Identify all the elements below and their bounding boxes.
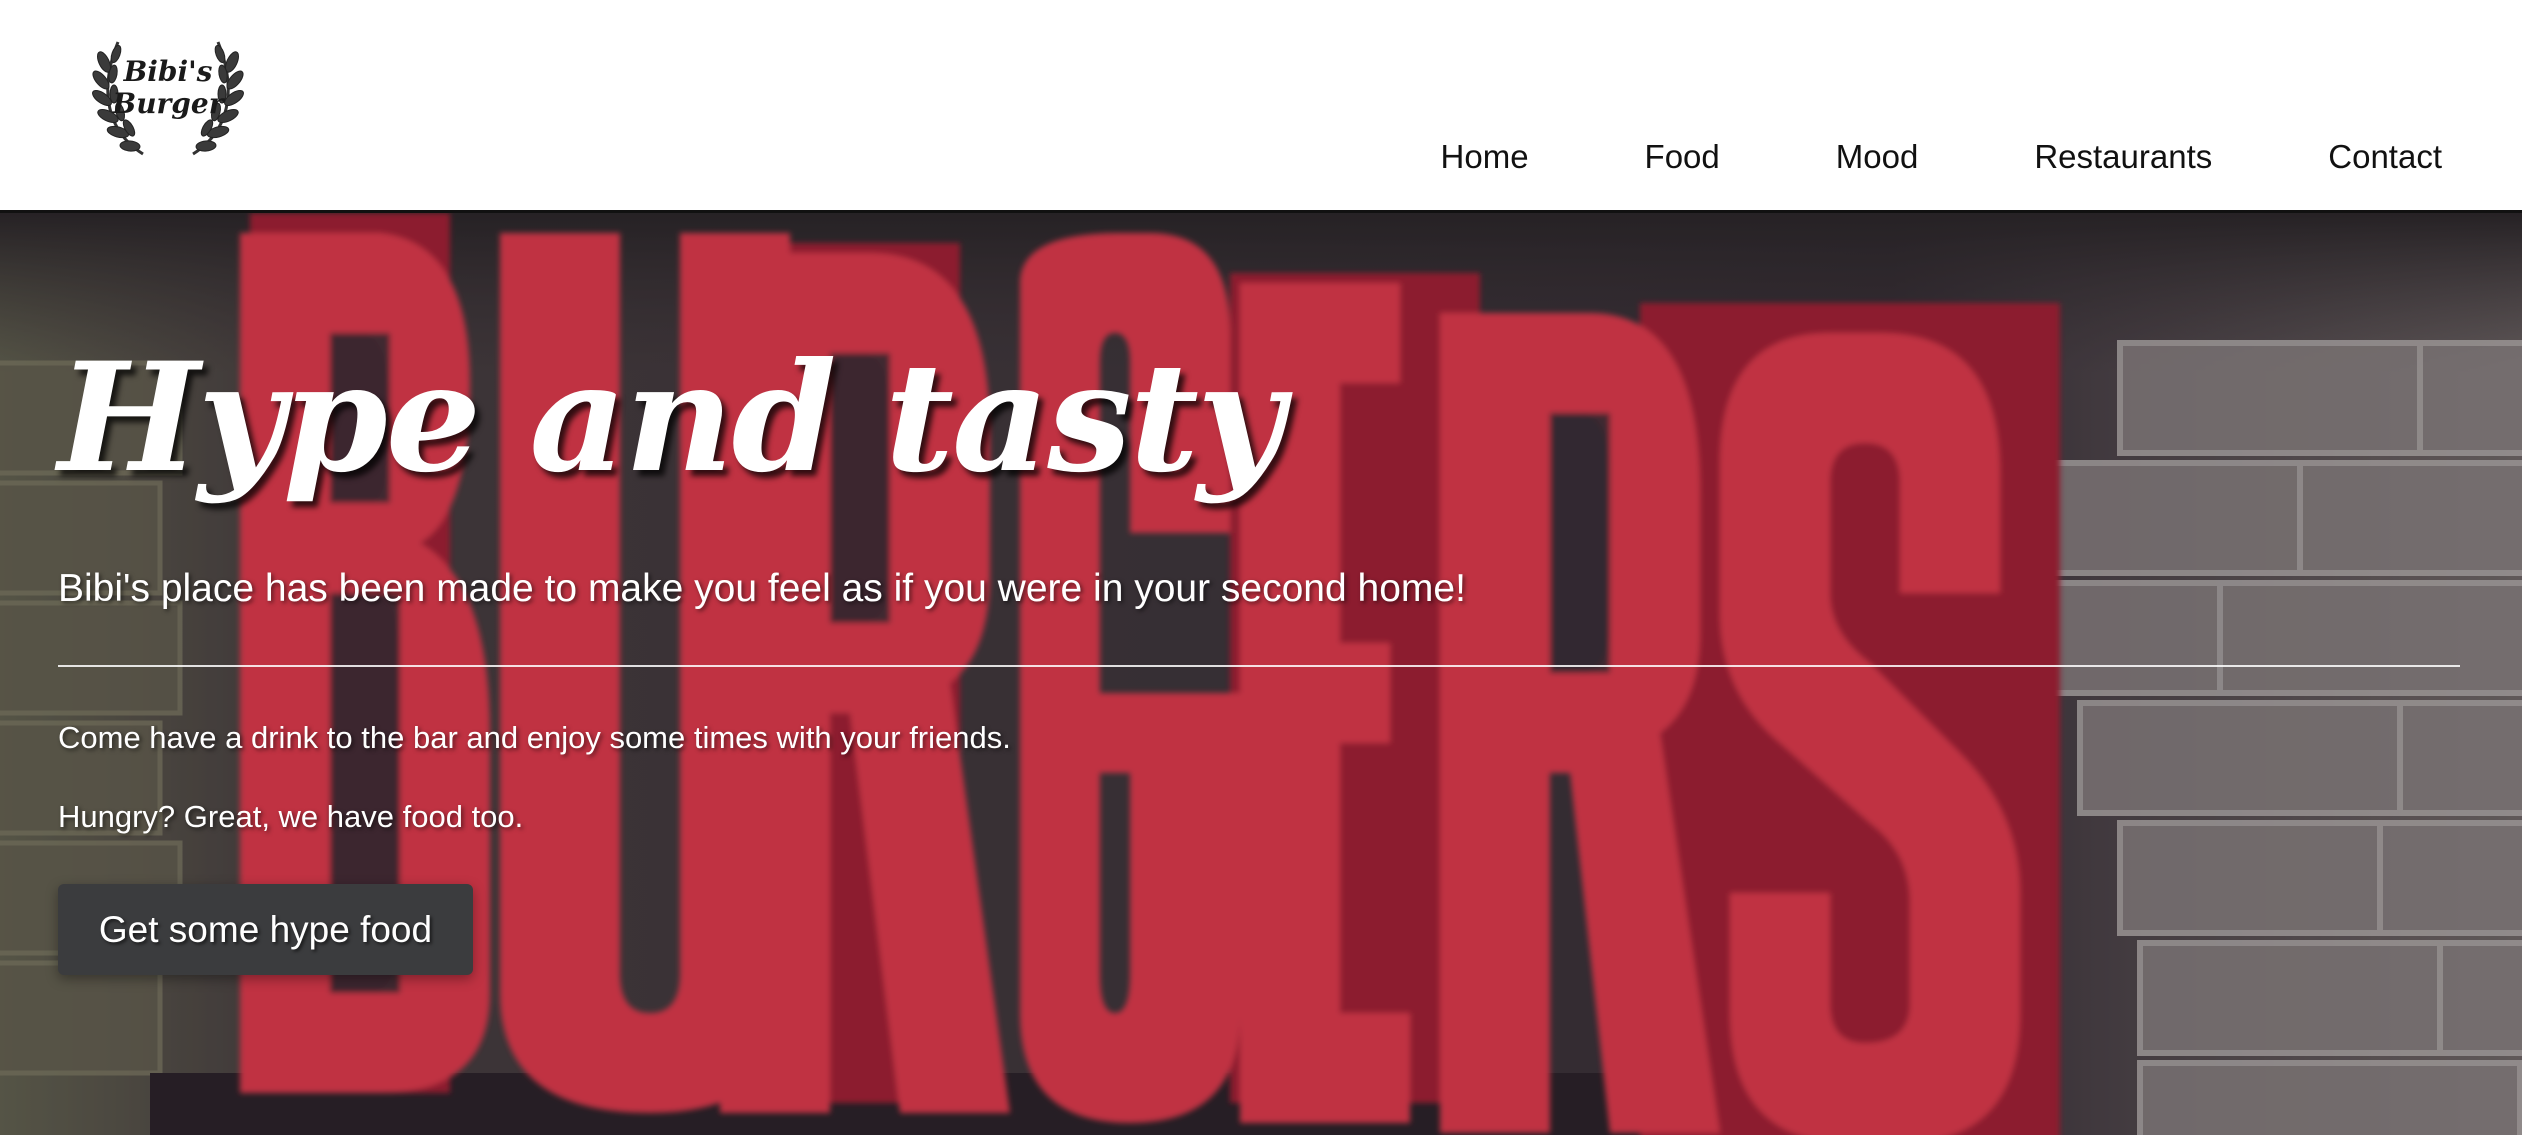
nav-item-mood[interactable]: Mood [1836, 137, 1919, 177]
hero-section: Hype and tasty Bibi's place has been mad… [0, 213, 2522, 1135]
nav-item-restaurants[interactable]: Restaurants [2034, 137, 2212, 177]
hero-paragraph-drink: Come have a drink to the bar and enjoy s… [58, 720, 1011, 755]
hero-title: Hype and tasty [58, 330, 1284, 506]
hero-paragraph-food: Hungry? Great, we have food too. [58, 799, 524, 834]
nav-item-home[interactable]: Home [1441, 137, 1529, 177]
hero-subtitle: Bibi's place has been made to make you f… [58, 567, 1466, 610]
nav-item-food[interactable]: Food [1645, 137, 1720, 177]
site-header: Bibi's Burger Home Food Mood Restaurants… [0, 0, 2522, 213]
get-hype-food-button[interactable]: Get some hype food [58, 884, 473, 975]
nav-item-contact[interactable]: Contact [2328, 137, 2442, 177]
logo-text-line2: Burger [112, 87, 224, 120]
logo[interactable]: Bibi's Burger [88, 32, 248, 162]
page: Bibi's Burger Home Food Mood Restaurants… [0, 0, 2522, 1142]
logo-text-line1: Bibi's [123, 55, 213, 88]
hero-divider [58, 665, 2460, 667]
main-nav: Home Food Mood Restaurants Contact [1441, 137, 2442, 177]
